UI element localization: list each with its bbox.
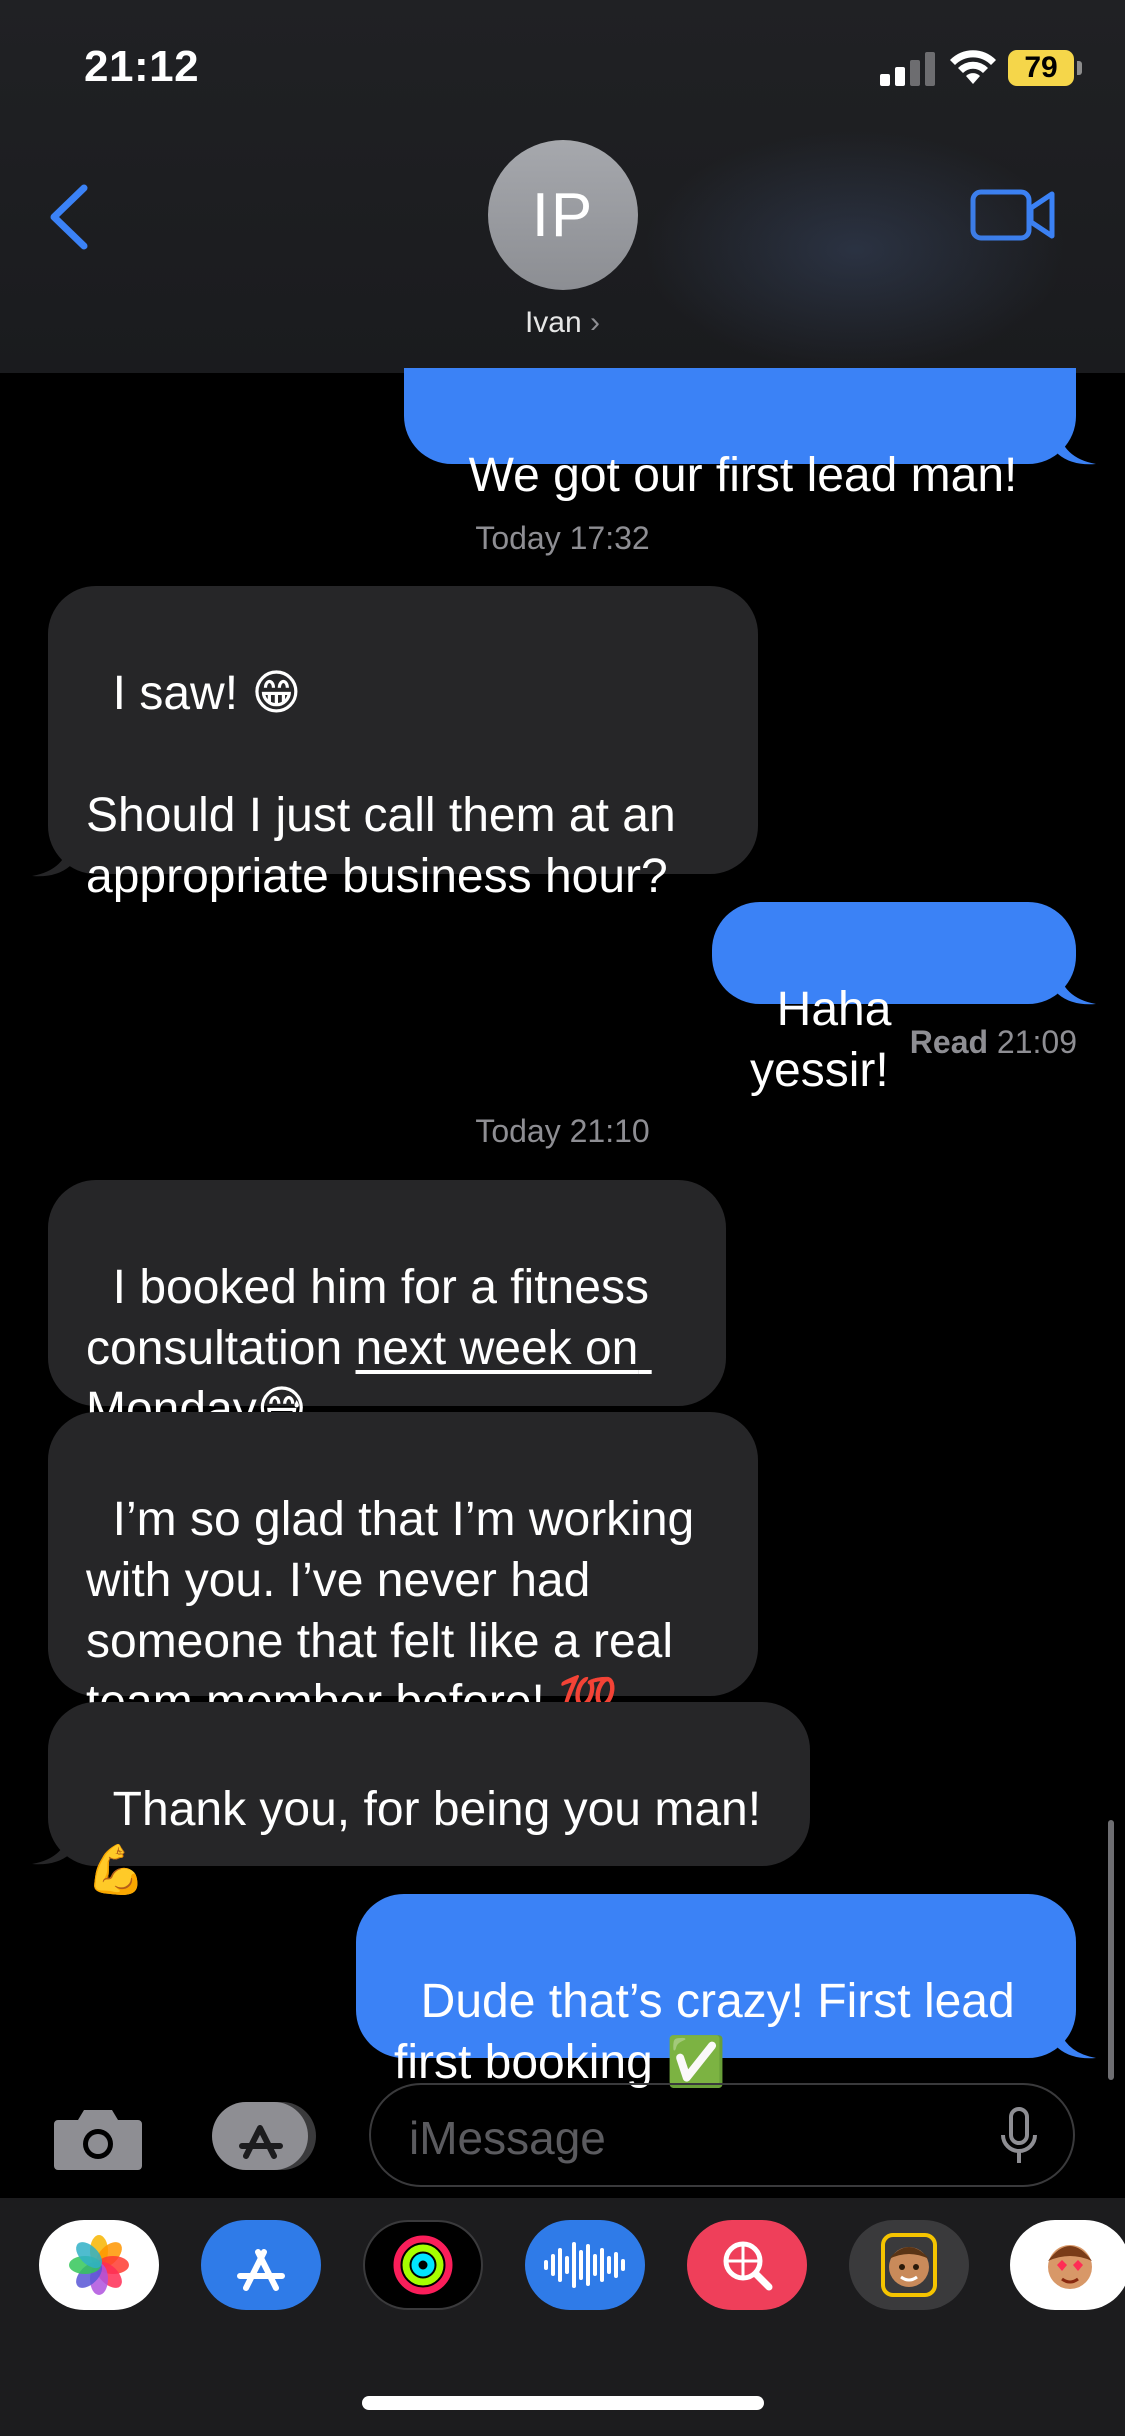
contact-avatar[interactable]: IP (488, 140, 638, 290)
memoji-face-icon (881, 2233, 937, 2297)
avatar-initials: IP (531, 180, 595, 250)
home-indicator[interactable] (362, 2396, 764, 2410)
animoji-app-icon[interactable] (1010, 2220, 1125, 2310)
message-text: Haha yessir! (750, 983, 905, 1097)
conversation-header: 21:12 79 IP Ivan › (0, 0, 1125, 373)
bubble-tail (1058, 428, 1096, 465)
read-time: 21:09 (988, 1024, 1077, 1060)
photos-app-icon[interactable] (39, 2220, 159, 2310)
activity-rings-icon (393, 2235, 453, 2295)
memoji-app-icon[interactable] (849, 2220, 969, 2310)
wifi-icon (950, 50, 996, 84)
cellular-signal-icon (880, 52, 935, 86)
outgoing-message[interactable]: We got our first lead man! (404, 368, 1076, 502)
bubble-tail (32, 1828, 70, 1865)
scroll-indicator[interactable] (1108, 1820, 1114, 2080)
message-text: I saw! 😁 Should I just call them at an a… (86, 667, 676, 903)
app-store-a-icon (237, 2249, 285, 2291)
timestamp: Today 17:32 (475, 520, 650, 556)
globe-search-icon (723, 2241, 773, 2291)
bubble-tail (32, 840, 70, 877)
app-store-apps-icon[interactable] (208, 2098, 320, 2174)
status-time: 21:12 (84, 42, 200, 91)
incoming-message[interactable]: I’m so glad that I’m working with you. I… (48, 1412, 758, 1729)
bubble-tail (1058, 968, 1096, 1005)
chevron-right-icon: › (590, 306, 601, 339)
message-text: I’m so glad that I’m working with you. I… (86, 1493, 695, 1729)
incoming-message[interactable]: I saw! 😁 Should I just call them at an a… (48, 586, 758, 903)
microphone-icon[interactable] (999, 2107, 1039, 2167)
animoji-face-icon (1048, 2245, 1092, 2289)
incoming-message[interactable]: I booked him for a fitness consultation … (48, 1180, 726, 1436)
message-text: We got our first lead man! (468, 449, 1018, 502)
outgoing-message[interactable]: Dude that’s crazy! First lead first book… (356, 1894, 1076, 2089)
contact-name[interactable]: Ivan › (0, 306, 1125, 340)
battery-cap (1077, 61, 1082, 75)
message-text: Dude that’s crazy! First lead first book… (394, 1975, 1029, 2089)
outgoing-message[interactable]: Haha yessir! (712, 902, 1076, 1097)
app-store-app-icon[interactable] (201, 2220, 321, 2310)
message-text: Thank you, for being you man! 💪 (86, 1783, 762, 1897)
voice-memo-app-icon[interactable] (525, 2220, 645, 2310)
battery-indicator: 79 (1008, 50, 1074, 86)
read-receipt: Read 21:09 (910, 1024, 1077, 1061)
timestamp: Today 21:10 (475, 1113, 650, 1149)
photos-flower-icon (69, 2235, 129, 2295)
audio-waveform-icon (544, 2242, 625, 2288)
bubble-tail (1058, 2022, 1096, 2059)
activity-app-icon[interactable] (363, 2220, 483, 2310)
incoming-message[interactable]: Thank you, for being you man! 💪 (48, 1702, 810, 1897)
read-label: Read (909, 1024, 989, 1060)
contact-name-label: Ivan (524, 306, 582, 339)
image-search-app-icon[interactable] (687, 2220, 807, 2310)
input-placeholder: iMessage (409, 2112, 606, 2164)
back-chevron-icon[interactable] (44, 182, 94, 252)
imessage-input[interactable]: iMessage (369, 2083, 1075, 2187)
facetime-video-icon[interactable] (970, 186, 1056, 244)
camera-icon[interactable] (52, 2104, 144, 2172)
